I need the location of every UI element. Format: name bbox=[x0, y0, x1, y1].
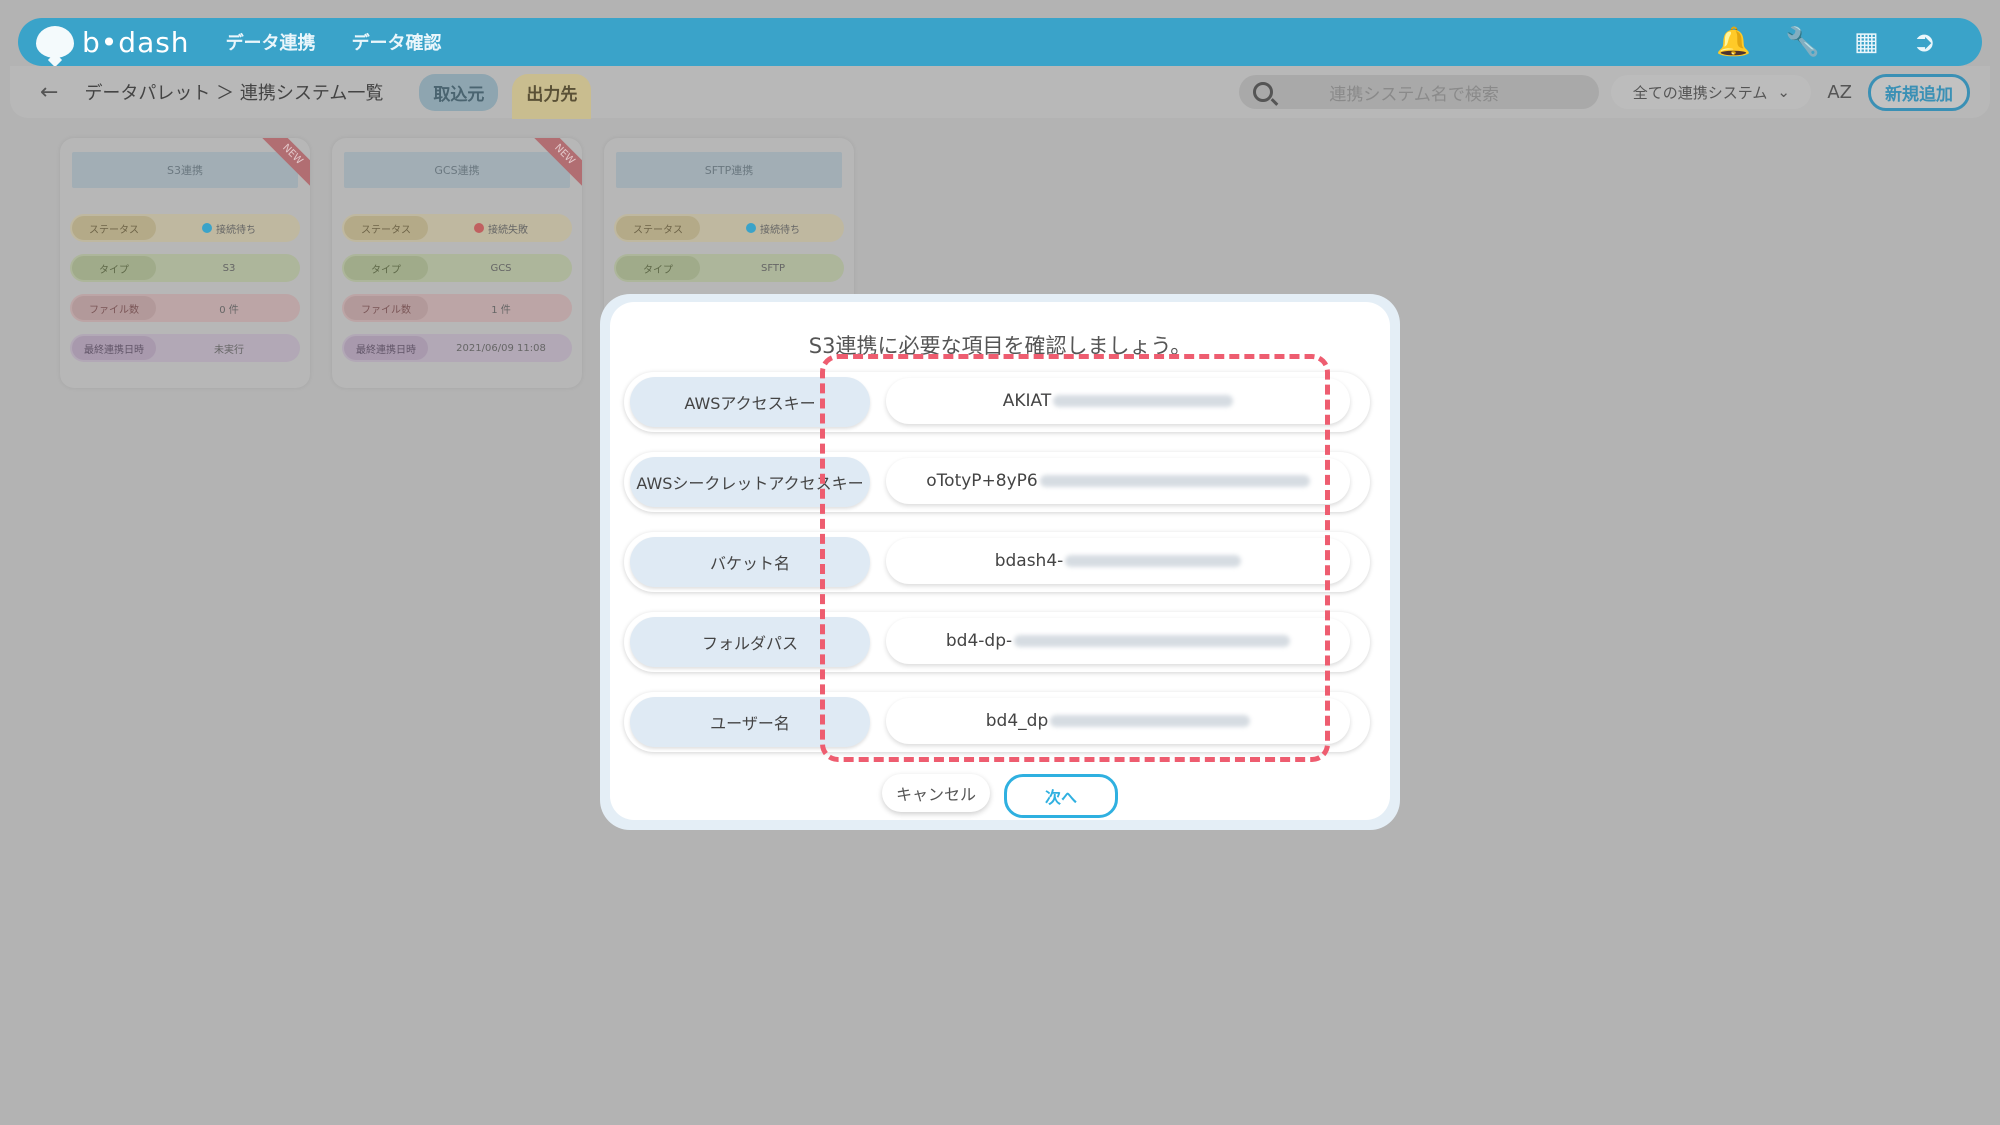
status-label: ステータス bbox=[72, 216, 156, 240]
nav-right: 🔔 🔧 ▦ ➲ bbox=[1716, 28, 1936, 56]
card-title: SFTP連携 bbox=[616, 152, 842, 188]
chevron-down-icon: ⌄ bbox=[1777, 83, 1790, 101]
add-new-button[interactable]: 新規追加 bbox=[1868, 73, 1970, 111]
top-nav: b•dash データ連携 データ確認 🔔 🔧 ▦ ➲ bbox=[18, 18, 1982, 66]
files-label: ファイル数 bbox=[72, 296, 156, 320]
card-title: GCS連携 bbox=[344, 152, 570, 188]
sort-az-button[interactable]: AZ bbox=[1827, 82, 1852, 103]
type-value: S3 bbox=[222, 262, 236, 274]
logo-text: b•dash bbox=[82, 25, 190, 59]
status-dot-icon bbox=[474, 223, 484, 233]
system-card-s3[interactable]: S3連携 NEW ステータス 接続待ち タイプ S3 ファイル数 0 件 最終連… bbox=[60, 138, 310, 388]
back-arrow-icon[interactable]: ← bbox=[40, 80, 58, 105]
card-last-row: 最終連携日時 2021/06/09 11:08 bbox=[342, 334, 572, 362]
card-files-row: ファイル数 0 件 bbox=[70, 294, 300, 322]
wrench-icon[interactable]: 🔧 bbox=[1785, 28, 1820, 56]
grid-icon[interactable]: ▦ bbox=[1854, 29, 1879, 55]
last-value: 未実行 bbox=[214, 344, 244, 356]
status-value-wrap: 接続失敗 bbox=[438, 216, 564, 240]
tab-destination[interactable]: 出力先 bbox=[512, 73, 592, 119]
status-value: 接続待ち bbox=[216, 224, 256, 236]
cancel-button[interactable]: キャンセル bbox=[882, 774, 990, 812]
card-type-row: タイプ SFTP bbox=[614, 254, 844, 282]
files-value: 1 件 bbox=[491, 304, 511, 316]
last-value: 2021/06/09 11:08 bbox=[456, 342, 546, 354]
status-value: 接続待ち bbox=[760, 224, 800, 236]
card-title: S3連携 bbox=[72, 152, 298, 188]
breadcrumb: データパレット ＞ 連携システム一覧 bbox=[84, 83, 384, 104]
nav-item-data-link[interactable]: データ連携 bbox=[226, 29, 316, 55]
status-value-wrap: 接続待ち bbox=[710, 216, 836, 240]
card-status-row: ステータス 接続待ち bbox=[70, 214, 300, 242]
search-placeholder: 連携システム名で検索 bbox=[1329, 84, 1499, 105]
tab-source[interactable]: 取込元 bbox=[419, 73, 499, 111]
bell-icon[interactable]: 🔔 bbox=[1716, 28, 1751, 56]
next-button[interactable]: 次へ bbox=[1004, 774, 1118, 818]
search-icon bbox=[1253, 82, 1274, 102]
type-label: タイプ bbox=[344, 256, 428, 280]
files-label: ファイル数 bbox=[344, 296, 428, 320]
card-status-row: ステータス 接続失敗 bbox=[342, 214, 572, 242]
logo-bubble-icon bbox=[36, 26, 74, 58]
status-dot-icon bbox=[202, 223, 212, 233]
logout-icon[interactable]: ➲ bbox=[1913, 28, 1936, 56]
s3-setup-modal: S3連携に必要な項目を確認しましょう。 AWSアクセスキー AKIAT AWSシ… bbox=[600, 294, 1400, 830]
sub-nav: ← データパレット ＞ 連携システム一覧 取込元 出力先 連携システム名で検索 … bbox=[10, 66, 1990, 119]
card-last-row: 最終連携日時 未実行 bbox=[70, 334, 300, 362]
card-status-row: ステータス 接続待ち bbox=[614, 214, 844, 242]
card-files-row: ファイル数 1 件 bbox=[342, 294, 572, 322]
status-label: ステータス bbox=[616, 216, 700, 240]
type-label: タイプ bbox=[72, 256, 156, 280]
type-value: GCS bbox=[490, 262, 512, 274]
card-type-row: タイプ GCS bbox=[342, 254, 572, 282]
status-label: ステータス bbox=[344, 216, 428, 240]
system-filter-select[interactable]: 全ての連携システム ⌄ bbox=[1611, 75, 1812, 109]
type-value: SFTP bbox=[760, 262, 786, 274]
system-card-gcs[interactable]: GCS連携 NEW ステータス 接続失敗 タイプ GCS ファイル数 1 件 最… bbox=[332, 138, 582, 388]
status-value: 接続失敗 bbox=[488, 224, 528, 236]
status-dot-icon bbox=[746, 223, 756, 233]
logo[interactable]: b•dash bbox=[36, 26, 190, 59]
nav-item-data-check[interactable]: データ確認 bbox=[352, 29, 442, 55]
files-value: 0 件 bbox=[219, 304, 239, 316]
last-label: 最終連携日時 bbox=[344, 336, 428, 360]
status-value-wrap: 接続待ち bbox=[166, 216, 292, 240]
card-type-row: タイプ S3 bbox=[70, 254, 300, 282]
type-label: タイプ bbox=[616, 256, 700, 280]
search-input[interactable]: 連携システム名で検索 bbox=[1239, 75, 1600, 109]
last-label: 最終連携日時 bbox=[72, 336, 156, 360]
filter-value: 全ての連携システム bbox=[1632, 83, 1768, 102]
modal-body: S3連携に必要な項目を確認しましょう。 AWSアクセスキー AKIAT AWSシ… bbox=[610, 302, 1390, 820]
highlight-dashed-box bbox=[820, 354, 1330, 762]
